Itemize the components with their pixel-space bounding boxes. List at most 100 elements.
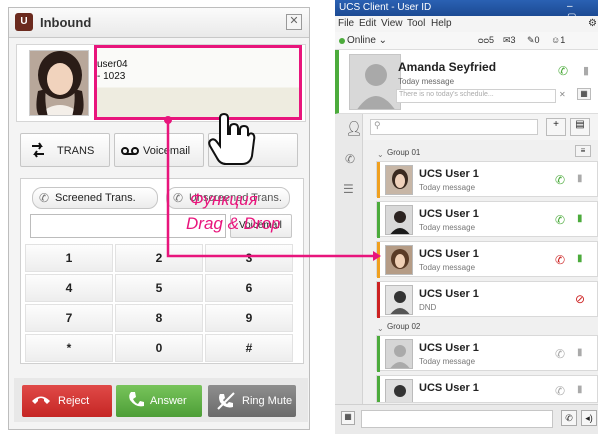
profile-avatar[interactable]: [349, 54, 401, 110]
handset-icon: ✆: [39, 191, 50, 205]
keypad-icon[interactable]: ▦: [341, 411, 355, 425]
add-contact-icon[interactable]: +: [546, 118, 566, 136]
reject-button[interactable]: Reject: [22, 385, 112, 417]
key-8[interactable]: 8: [115, 304, 203, 332]
menu-view[interactable]: View: [381, 18, 403, 29]
contact-item[interactable]: UCS User 1 Today message ✆ ▮: [376, 241, 598, 278]
transfer-call-icon[interactable]: ✆: [555, 213, 565, 227]
call-icon[interactable]: ✆: [555, 173, 565, 187]
key-3[interactable]: 3: [205, 244, 293, 272]
close-icon[interactable]: ✕: [286, 14, 302, 30]
key-star[interactable]: *: [25, 334, 113, 362]
group-label[interactable]: Group 01: [387, 148, 420, 157]
window-title: Inbound: [40, 15, 92, 30]
avatar: [385, 205, 413, 235]
voicemail-count[interactable]: ᴑᴑ5: [478, 35, 494, 45]
ring-mute-button[interactable]: Ring Mute: [208, 385, 296, 417]
contact-item[interactable]: UCS User 1 ✆ ▮: [376, 375, 598, 403]
idle-icon: ▮: [583, 65, 590, 77]
menu-edit[interactable]: Edit: [359, 18, 376, 29]
clear-icon[interactable]: ✕: [559, 90, 566, 99]
idle-icon: ▮: [577, 384, 583, 395]
avatar: [385, 285, 413, 315]
chevron-down-icon[interactable]: ⌄: [377, 324, 384, 333]
voicemail-label: Voicemail: [143, 145, 191, 157]
call-icon[interactable]: ✆: [555, 347, 565, 361]
key-9[interactable]: 9: [205, 304, 293, 332]
contact-item[interactable]: UCS User 1 Today message ✆ ▮: [376, 201, 598, 238]
key-7[interactable]: 7: [25, 304, 113, 332]
voicemail-icon: [121, 145, 139, 159]
mute-icon: [216, 391, 236, 414]
answer-button[interactable]: Answer: [116, 385, 202, 417]
idle-icon: ▮: [577, 347, 583, 358]
menu-file[interactable]: File: [338, 18, 354, 29]
menu-tool[interactable]: Tool: [407, 18, 425, 29]
app-icon: U: [15, 13, 33, 31]
idle-icon: ▮: [577, 173, 583, 184]
contact-message: Today message: [419, 223, 476, 232]
phone-icon: [128, 391, 144, 412]
screened-trans-button[interactable]: ✆ Screened Trans.: [32, 187, 158, 209]
voicemail-button[interactable]: Voicemail: [114, 133, 204, 167]
settings-icon[interactable]: ⚙: [588, 18, 597, 29]
contact-item[interactable]: UCS User 1 Today message ✆ ▮: [376, 335, 598, 372]
contact-name: UCS User 1: [419, 168, 479, 180]
calendar-icon[interactable]: ▦: [577, 88, 591, 100]
phone-icon[interactable]: ✆: [561, 410, 577, 426]
key-2[interactable]: 2: [115, 244, 203, 272]
chevron-down-icon[interactable]: ⌄: [377, 150, 384, 159]
menu-help[interactable]: Help: [431, 18, 452, 29]
avatar: [385, 339, 413, 369]
contact-name: UCS User 1: [419, 342, 479, 354]
chat-tab-icon[interactable]: ☰: [343, 182, 354, 196]
trans-button[interactable]: TRANS: [20, 133, 110, 167]
contact-item[interactable]: UCS User 1 Today message ✆ ▮: [376, 161, 598, 198]
hand-cursor-icon: [208, 112, 256, 169]
caller-photo: [29, 50, 89, 116]
status-indicator: [377, 242, 380, 278]
avatar: [385, 245, 413, 275]
group-icon[interactable]: ▤: [570, 118, 590, 136]
contacts-tab-icon[interactable]: 👤︎: [345, 120, 363, 137]
call-icon[interactable]: ✆: [558, 64, 568, 78]
trans-label: TRANS: [57, 145, 95, 157]
contact-item[interactable]: UCS User 1 DND ⊘: [376, 281, 598, 318]
contact-message: Today message: [419, 183, 476, 192]
key-6[interactable]: 6: [205, 274, 293, 302]
busy-icon: ▮: [577, 213, 583, 224]
call-icon[interactable]: ✆: [555, 384, 565, 398]
note-count[interactable]: ✎0: [527, 35, 540, 46]
key-1[interactable]: 1: [25, 244, 113, 272]
contact-name: UCS User 1: [419, 382, 479, 394]
answer-label: Answer: [150, 395, 187, 407]
contact-name: UCS User 1: [419, 208, 479, 220]
key-0[interactable]: 0: [115, 334, 203, 362]
schedule-placeholder: There is no today's schedule...: [399, 91, 494, 98]
list-menu-icon[interactable]: ≡: [575, 145, 591, 157]
presence-dropdown[interactable]: Online ⌄: [347, 35, 387, 46]
annotation-text: Drag & Drop: [186, 214, 281, 233]
avatar: [385, 379, 413, 402]
dial-input[interactable]: [361, 410, 553, 428]
status-indicator: [377, 336, 380, 372]
key-5[interactable]: 5: [115, 274, 203, 302]
contact-count[interactable]: ☺1: [551, 35, 565, 45]
screened-trans-label: Screened Trans.: [55, 192, 136, 204]
presence-label: Online: [347, 35, 376, 46]
group-label[interactable]: Group 02: [387, 322, 420, 331]
search-icon: ⚲: [374, 120, 381, 130]
message-count[interactable]: ✉3: [503, 35, 516, 46]
profile-name: Amanda Seyfried: [398, 60, 497, 74]
incoming-call-icon[interactable]: ✆: [555, 253, 565, 267]
key-4[interactable]: 4: [25, 274, 113, 302]
search-input[interactable]: [370, 119, 538, 135]
key-hash[interactable]: #: [205, 334, 293, 362]
annotation-text: Функция: [190, 190, 258, 209]
volume-icon[interactable]: ◂): [581, 410, 597, 426]
profile-message: Today message: [398, 77, 455, 86]
hangup-icon: [30, 392, 52, 409]
online-status-icon: [339, 38, 345, 44]
call-history-tab-icon[interactable]: ✆: [345, 152, 355, 166]
status-indicator: [377, 162, 380, 198]
